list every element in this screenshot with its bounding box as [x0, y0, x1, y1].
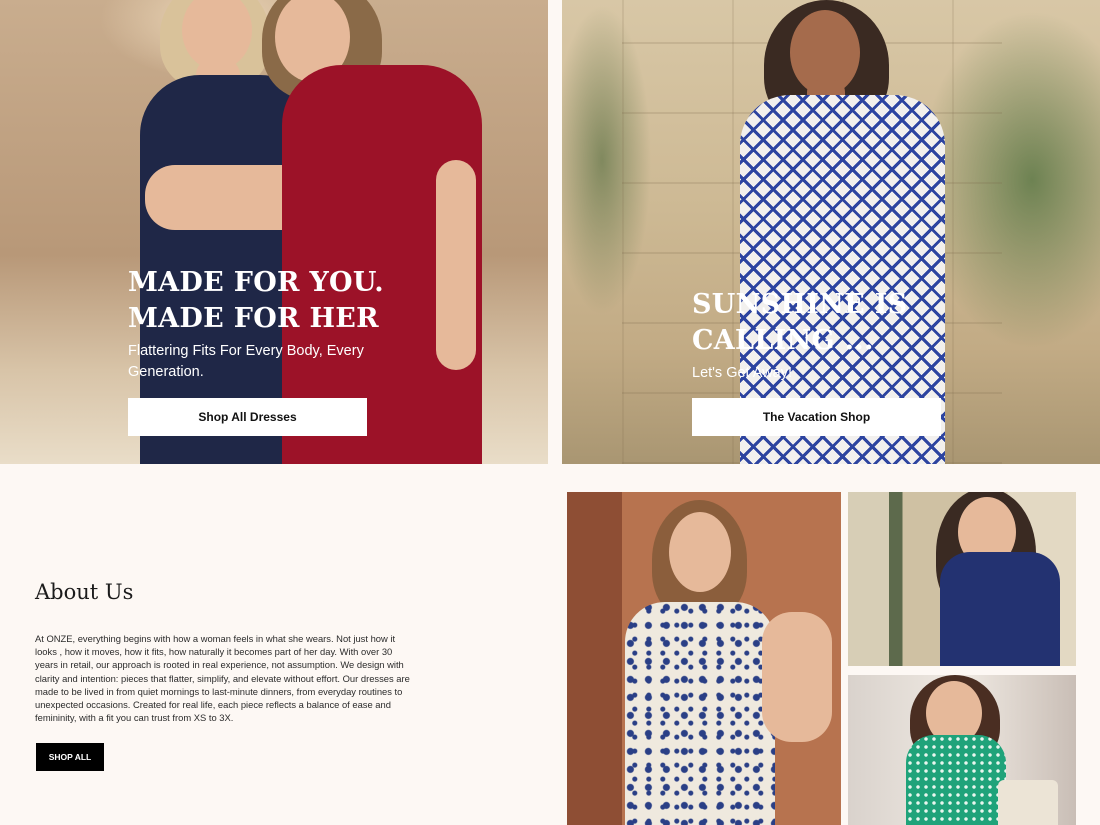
tote-bag	[998, 780, 1058, 825]
hero-left-title: MADE FOR YOU. MADE FOR HER	[128, 265, 388, 337]
product-image-toile-dress[interactable]	[567, 492, 841, 825]
shop-all-button[interactable]: SHOP ALL	[36, 743, 104, 771]
hero-banner-right[interactable]: SUNSHINE IS CALLING ... Let's Get Away! …	[562, 0, 1100, 464]
hero-right-subtitle: Let's Get Away!	[692, 365, 793, 381]
hero-banner-left[interactable]: MADE FOR YOU. MADE FOR HER Flattering Fi…	[0, 0, 548, 464]
hero-right-text: SUNSHINE IS CALLING ... Let's Get Away!	[692, 287, 932, 384]
product-image-green-dress[interactable]	[848, 675, 1076, 825]
hero-left-title-line1: MADE FOR YOU.	[128, 267, 384, 298]
hero-right-photo	[562, 0, 1100, 464]
model-face	[669, 512, 731, 592]
about-body-text: At ONZE, everything begins with how a wo…	[35, 633, 410, 724]
hero-left-subtitle: Flattering Fits For Every Body, Every Ge…	[128, 343, 364, 380]
vacation-shop-button[interactable]: The Vacation Shop	[692, 398, 941, 436]
model-arm	[436, 160, 476, 370]
about-title: About Us	[35, 580, 134, 604]
hero-right-title-line2: CALLING ...	[692, 325, 874, 356]
shop-all-dresses-button[interactable]: Shop All Dresses	[128, 398, 367, 436]
product-image-navy-dress[interactable]	[848, 492, 1076, 666]
hero-right-title: SUNSHINE IS CALLING ...	[692, 287, 932, 359]
about-section: About Us At ONZE, everything begins with…	[35, 580, 415, 724]
navy-dress	[940, 552, 1060, 666]
hero-left-photo	[0, 0, 548, 464]
hero-right-title-line1: SUNSHINE IS	[692, 289, 908, 320]
model-arm	[762, 612, 832, 742]
hero-left-title-line2: MADE FOR HER	[128, 303, 379, 334]
green-dress	[906, 735, 1006, 825]
hero-left-text: MADE FOR YOU. MADE FOR HER Flattering Fi…	[128, 265, 388, 383]
toile-print-dress	[625, 602, 775, 825]
